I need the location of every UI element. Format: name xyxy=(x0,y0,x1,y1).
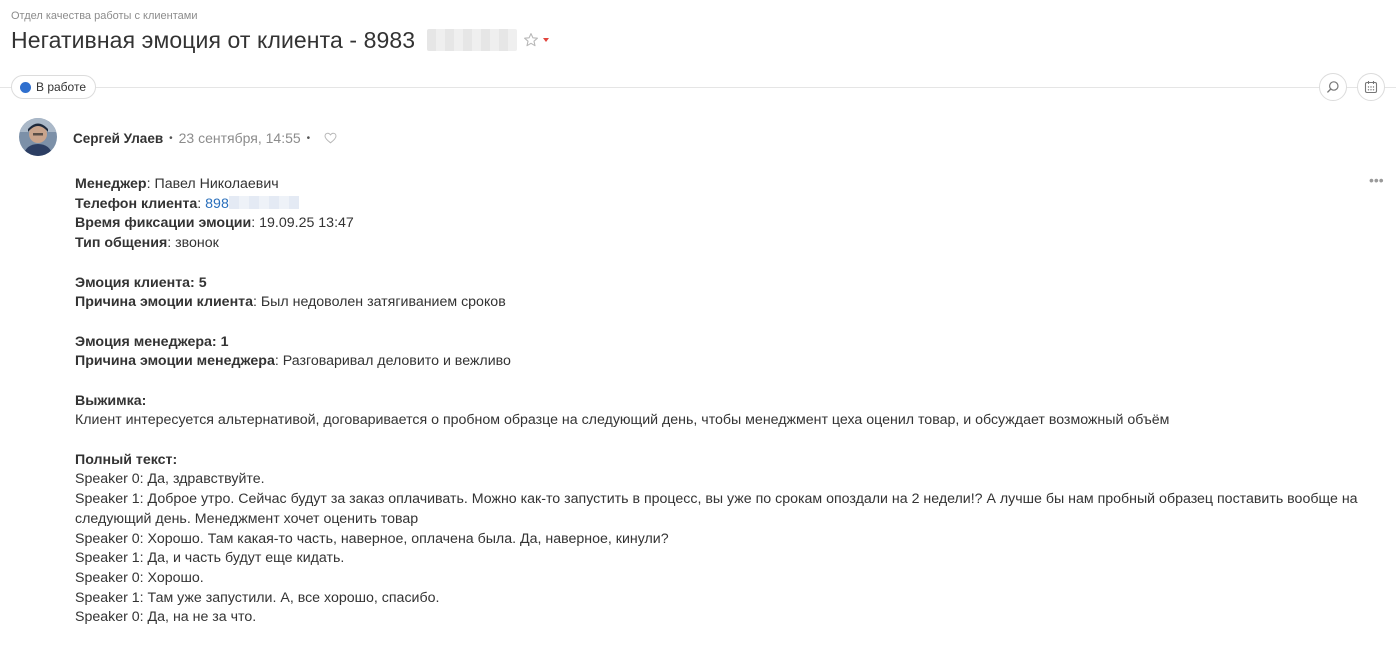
redacted-phone xyxy=(228,195,299,209)
transcript-line: Speaker 0: Да, на не за что. xyxy=(75,609,257,626)
star-icon[interactable] xyxy=(523,32,539,48)
redacted-phone-block xyxy=(427,29,518,51)
field-value: звонок xyxy=(175,235,219,252)
manager-line: Менеджер: Павел Николаевич xyxy=(75,176,279,192)
post-date[interactable]: 23 сентября, 14:55 xyxy=(179,130,301,146)
field-label: Причина эмоции клиента xyxy=(75,294,253,311)
header-divider xyxy=(0,87,1396,88)
summary-label: Выжимка: xyxy=(75,392,147,409)
search-button[interactable] xyxy=(1319,73,1347,101)
field-label: Причина эмоции менеджера xyxy=(75,353,275,370)
search-icon xyxy=(1327,81,1339,93)
separator-dot: • xyxy=(306,132,311,144)
author-name[interactable]: Сергей Улаев xyxy=(73,131,163,146)
heart-icon[interactable] xyxy=(324,132,337,144)
phone-line: Телефон клиента: 898 xyxy=(75,195,1365,215)
manager-reason-line: Причина эмоции менеджера: Разговаривал д… xyxy=(75,353,511,370)
post-header: Сергей Улаев • 23 сентября, 14:55 • xyxy=(73,129,337,147)
calendar-icon xyxy=(1364,81,1378,94)
field-label: Менеджер xyxy=(75,176,147,192)
transcript-line: Speaker 1: Доброе утро. Сейчас будут за … xyxy=(75,491,1358,527)
field-label: Время фиксации эмоции xyxy=(75,215,252,232)
field-label: Тип общения xyxy=(75,235,168,252)
task-page: Отдел качества работы с клиентами Негати… xyxy=(0,0,1396,655)
summary-text: Клиент интересуется альтернативой, догов… xyxy=(75,412,1170,429)
page-title: Негативная эмоция от клиента - 8983 xyxy=(11,26,416,53)
status-dot xyxy=(20,81,31,93)
separator-dot: • xyxy=(169,132,173,144)
post-body: Менеджер: Павел Николаевич Телефон клиен… xyxy=(75,175,1365,628)
field-value: Разговаривал деловито и вежливо xyxy=(282,353,511,370)
calendar-button[interactable] xyxy=(1357,73,1385,101)
transcript-line: Speaker 0: Да, здравствуйте. xyxy=(75,471,265,488)
fulltext-label: Полный текст: xyxy=(75,451,178,468)
avatar[interactable] xyxy=(19,118,57,156)
phone-link[interactable]: 898 xyxy=(205,196,229,212)
client-emotion: Эмоция клиента: 5 xyxy=(75,274,207,291)
transcript-line: Speaker 1: Да, и часть будут еще кидать. xyxy=(75,550,345,567)
field-value: 19.09.25 13:47 xyxy=(259,215,354,232)
title-row: Негативная эмоция от клиента - 8983 xyxy=(11,26,550,54)
transcript-line: Speaker 0: Хорошо. Там какая-то часть, н… xyxy=(75,530,669,547)
time-line: Время фиксации эмоции: 19.09.25 13:47 xyxy=(75,215,354,232)
field-value: Павел Николаевич xyxy=(154,176,279,192)
manager-emotion: Эмоция менеджера: 1 xyxy=(75,333,229,350)
chevron-down-icon[interactable] xyxy=(543,38,550,42)
transcript-line: Speaker 1: Там уже запустили. А, все хор… xyxy=(75,589,440,606)
more-icon[interactable]: ••• xyxy=(1369,173,1384,187)
field-value: Был недоволен затягиванием сроков xyxy=(260,294,506,311)
field-label: Телефон клиента xyxy=(75,195,198,212)
status-badge[interactable]: В работе xyxy=(11,75,97,99)
status-label: В работе xyxy=(36,80,87,94)
transcript-line: Speaker 0: Хорошо. xyxy=(75,570,204,586)
client-reason-line: Причина эмоции клиента: Был недоволен за… xyxy=(75,294,506,311)
type-line: Тип общения: звонок xyxy=(75,235,219,252)
breadcrumb[interactable]: Отдел качества работы с клиентами xyxy=(11,10,197,22)
